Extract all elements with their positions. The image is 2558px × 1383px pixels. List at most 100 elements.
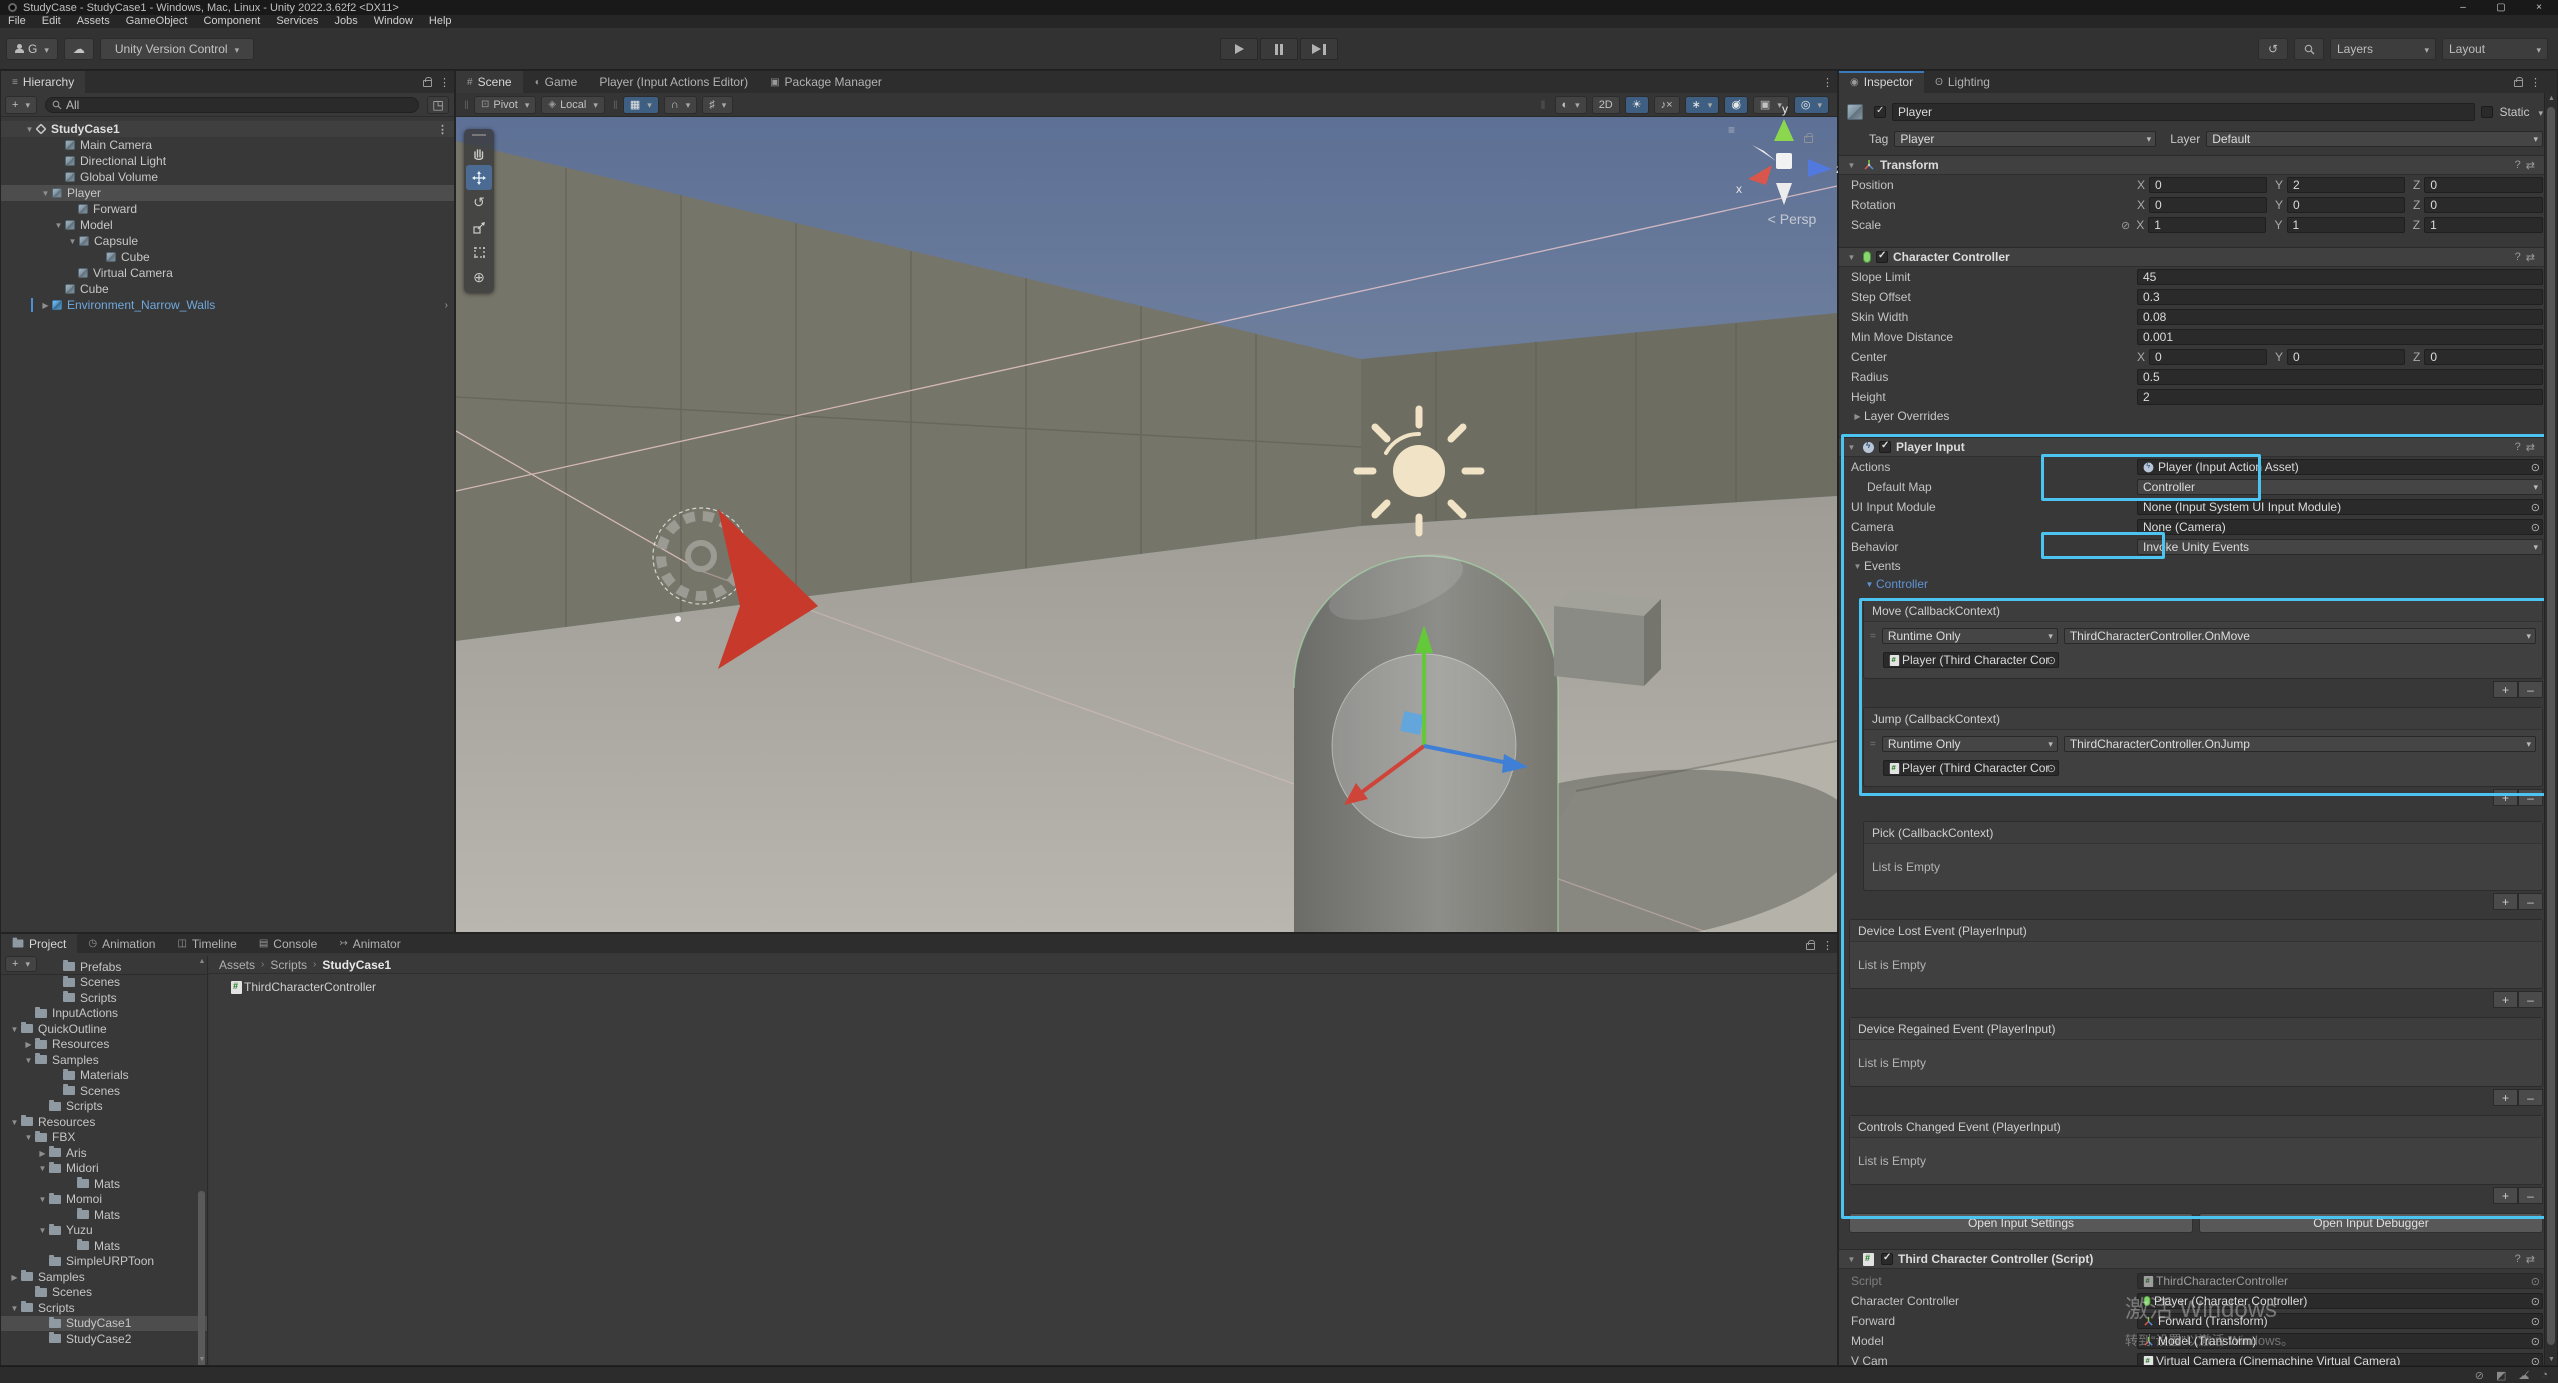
tab-timeline[interactable]: ◫Timeline (166, 934, 247, 953)
kebab-menu-icon[interactable] (2530, 75, 2541, 89)
tab-game[interactable]: ◖Game (523, 71, 589, 93)
hierarchy-item[interactable]: Cube (1, 249, 454, 265)
camera-object-field[interactable]: None (Camera) (2137, 519, 2543, 535)
open-input-settings-button[interactable]: Open Input Settings (1849, 1213, 2193, 1233)
tag-dropdown[interactable]: Player (1894, 131, 2156, 147)
maximize-button[interactable]: ▢ (2482, 0, 2520, 15)
cloud-button[interactable]: ☁ (64, 38, 94, 60)
height-field[interactable]: 2 (2137, 389, 2543, 405)
scale-z-field[interactable]: 1 (2424, 217, 2543, 233)
menu-assets[interactable]: Assets (69, 15, 118, 28)
presets-icon[interactable]: ⇄ (2526, 251, 2535, 264)
position-y-field[interactable]: 2 (2287, 177, 2405, 193)
close-button[interactable]: × (2520, 0, 2558, 15)
tree-item[interactable]: Mats (1, 1238, 207, 1254)
rotation-y-field[interactable]: 0 (2287, 197, 2405, 213)
perspective-label[interactable]: < Persp (1742, 211, 1842, 227)
event-target-field[interactable]: Player (Third Character Cor (1883, 652, 2059, 668)
rotate-tool-button[interactable]: ↺ (466, 190, 492, 215)
tree-item[interactable]: Mats (1, 1207, 207, 1223)
notifications-muted-icon[interactable]: ⊘ (2475, 1369, 2484, 1382)
foldout-icon[interactable] (23, 124, 36, 134)
menu-services[interactable]: Services (268, 15, 326, 28)
menu-window[interactable]: Window (366, 15, 421, 28)
breadcrumb-item[interactable]: Scripts (268, 958, 309, 972)
lock-icon[interactable] (423, 80, 432, 87)
step-button[interactable] (1300, 38, 1338, 60)
forward-object-field[interactable]: Forward (Transform) (2137, 1313, 2543, 1329)
tab-inspector[interactable]: ◉Inspector (1839, 71, 1924, 93)
enabled-checkbox[interactable] (1881, 1253, 1893, 1265)
tab-hierarchy[interactable]: ≡Hierarchy (1, 71, 85, 93)
menu-gameobject[interactable]: GameObject (118, 15, 196, 28)
scale-tool-button[interactable] (466, 215, 492, 240)
tree-item[interactable]: Scripts (1, 1300, 207, 1316)
help-icon[interactable]: ? (2515, 251, 2521, 263)
add-event-button[interactable] (2493, 893, 2518, 910)
third-character-controller-header[interactable]: Third Character Controller (Script) ?⇄ (1839, 1249, 2557, 1269)
vcam-object-field[interactable]: Virtual Camera (Cinemachine Virtual Came… (2137, 1353, 2543, 1366)
pause-button[interactable] (1260, 38, 1298, 60)
tree-item[interactable]: Scenes (1, 975, 207, 991)
menu-help[interactable]: Help (421, 15, 460, 28)
hierarchy-item[interactable]: Capsule (1, 233, 454, 249)
center-x-field[interactable]: 0 (2149, 349, 2267, 365)
hierarchy-item-player-selected[interactable]: Player (1, 185, 454, 201)
breadcrumb-item-current[interactable]: StudyCase1 (320, 958, 393, 972)
kebab-menu-icon[interactable] (439, 75, 450, 89)
event-target-field[interactable]: Player (Third Character Cor (1883, 760, 2059, 776)
transform-header[interactable]: Transform ?⇄ (1839, 155, 2557, 175)
chevron-right-icon[interactable]: › (445, 300, 448, 311)
open-input-debugger-button[interactable]: Open Input Debugger (2199, 1213, 2543, 1233)
lighting-toggle[interactable]: ☀ (1625, 96, 1649, 114)
menu-edit[interactable]: Edit (34, 15, 69, 28)
position-x-field[interactable]: 0 (2149, 177, 2267, 193)
drag-handle[interactable]: = (1870, 739, 1876, 750)
foldout-icon[interactable] (1845, 442, 1858, 452)
menu-jobs[interactable]: Jobs (327, 15, 366, 28)
drag-handle[interactable]: = (1870, 631, 1876, 642)
scroll-down-icon[interactable]: ▼ (197, 1356, 207, 1363)
skin-width-field[interactable]: 0.08 (2137, 309, 2543, 325)
tree-item[interactable]: Mats (1, 1176, 207, 1192)
hierarchy-item[interactable]: Directional Light (1, 153, 454, 169)
scale-y-field[interactable]: 1 (2287, 217, 2405, 233)
remove-event-button[interactable] (2518, 789, 2543, 806)
package-icon[interactable]: ◩ (2496, 1369, 2506, 1382)
undo-history-button[interactable]: ↺ (2258, 38, 2288, 60)
hierarchy-item[interactable]: Cube (1, 281, 454, 297)
event-handler-dropdown[interactable]: ThirdCharacterController.OnMove (2064, 628, 2536, 644)
hierarchy-item[interactable]: Virtual Camera (1, 265, 454, 281)
hand-tool-button[interactable] (466, 140, 492, 165)
behavior-dropdown[interactable]: Invoke Unity Events (2137, 539, 2543, 555)
name-field[interactable]: Player (1892, 103, 2475, 121)
min-move-distance-field[interactable]: 0.001 (2137, 329, 2543, 345)
rotation-z-field[interactable]: 0 (2424, 197, 2543, 213)
foldout-icon[interactable] (39, 188, 52, 198)
add-event-button[interactable] (2493, 789, 2518, 806)
help-icon[interactable]: ? (2515, 441, 2521, 453)
tree-item[interactable]: InputActions (1, 1006, 207, 1022)
kebab-menu-icon[interactable] (437, 122, 448, 136)
grid-snap-toggle[interactable]: ♯ (702, 96, 733, 114)
hierarchy-item[interactable]: Global Volume (1, 169, 454, 185)
static-checkbox[interactable] (2481, 106, 2493, 118)
layout-dropdown[interactable]: Layout (2442, 38, 2548, 60)
tree-item[interactable]: SimpleURPToon (1, 1254, 207, 1270)
actions-object-field[interactable]: Player (Input Action Asset) (2137, 459, 2543, 475)
tab-console[interactable]: ▤Console (248, 934, 328, 953)
effects-toggle[interactable]: ∗ (1685, 96, 1720, 114)
hierarchy-search-input[interactable]: All (45, 97, 419, 113)
orientation-gizmo[interactable]: y x z (1724, 101, 1844, 221)
rotation-x-field[interactable]: 0 (2149, 197, 2267, 213)
scrollbar-thumb[interactable] (2547, 107, 2555, 1345)
tree-item[interactable]: Samples (1, 1052, 207, 1068)
slope-limit-field[interactable]: 45 (2137, 269, 2543, 285)
inspector-scrollbar[interactable]: ▲ ▼ (2544, 93, 2557, 1365)
tab-scene[interactable]: #Scene (456, 71, 523, 93)
snap-toggle[interactable]: ∩ (664, 96, 697, 114)
scrollbar-thumb[interactable] (198, 1191, 205, 1365)
tree-item[interactable]: StudyCase2 (1, 1331, 207, 1347)
tab-input-actions-editor[interactable]: Player (Input Actions Editor) (588, 71, 759, 93)
grid-visibility-toggle[interactable]: ▦ (623, 96, 659, 114)
